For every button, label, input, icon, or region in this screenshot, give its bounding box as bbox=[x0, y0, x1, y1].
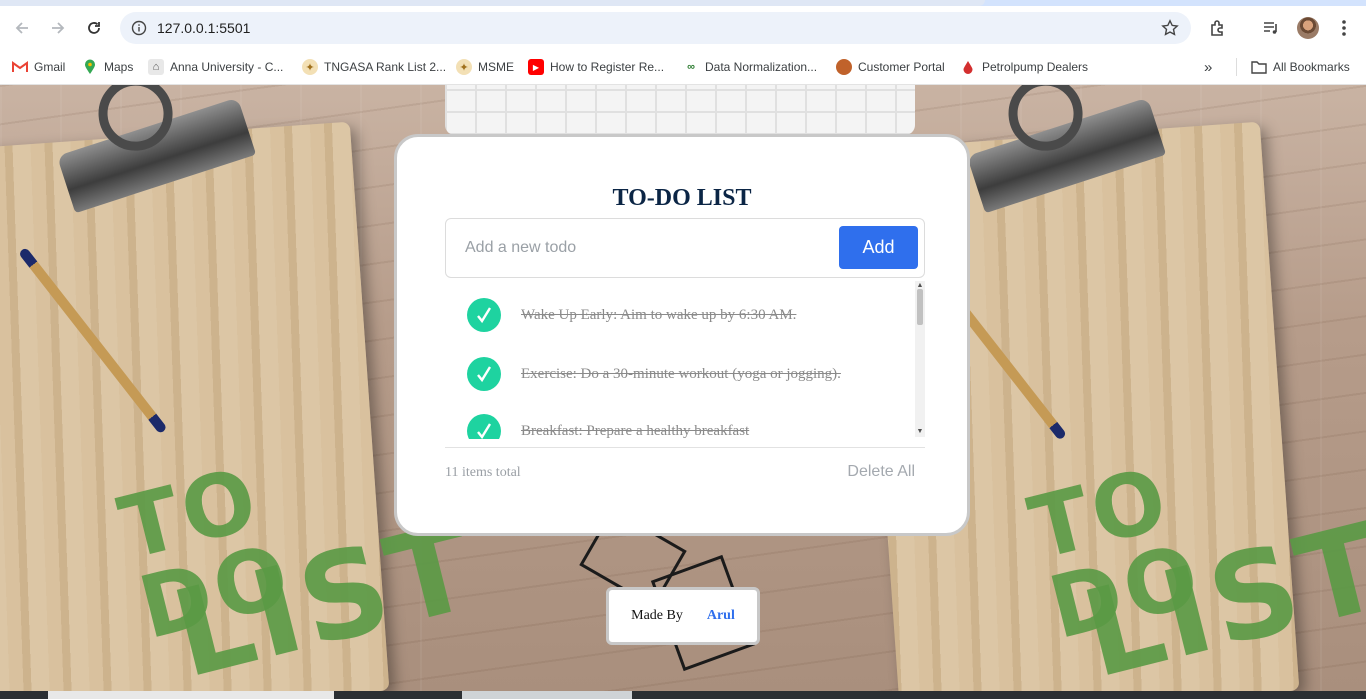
emblem-icon: ✦ bbox=[456, 59, 472, 75]
bookmark-star-icon[interactable] bbox=[1159, 17, 1181, 39]
checkmark-icon[interactable] bbox=[467, 414, 501, 439]
taskbar-edge bbox=[0, 691, 1366, 699]
todo-list[interactable]: Wake Up Early: Aim to wake up by 6:30 AM… bbox=[445, 281, 925, 439]
bookmark-anna-university[interactable]: ⌂ Anna University - C... bbox=[148, 58, 283, 76]
address-bar[interactable]: 127.0.0.1:5501 bbox=[120, 12, 1191, 44]
folder-icon bbox=[1251, 59, 1267, 75]
todo-text[interactable]: Wake Up Early: Aim to wake up by 6:30 AM… bbox=[521, 307, 796, 324]
bookmark-label: MSME bbox=[478, 60, 514, 74]
media-control-icon[interactable] bbox=[1259, 16, 1283, 40]
browser-menu-icon[interactable] bbox=[1332, 16, 1356, 40]
todo-item[interactable]: Wake Up Early: Aim to wake up by 6:30 AM… bbox=[445, 295, 905, 335]
bookmark-label: Maps bbox=[104, 60, 134, 74]
all-bookmarks-button[interactable]: All Bookmarks bbox=[1251, 58, 1350, 76]
profile-avatar[interactable] bbox=[1297, 17, 1319, 39]
items-total: 11 items total bbox=[445, 465, 521, 480]
todo-text[interactable]: Exercise: Do a 30-minute workout (yoga o… bbox=[521, 366, 841, 383]
made-by-badge: Made By Arul bbox=[606, 587, 760, 645]
bookmarks-bar: Gmail Maps ⌂ Anna University - C... ✦ TN… bbox=[0, 50, 1366, 85]
bookmark-label: Customer Portal bbox=[858, 60, 945, 74]
bookmark-tngasa[interactable]: ✦ TNGASA Rank List 2... bbox=[302, 58, 446, 76]
list-scrollbar[interactable]: ▲ ▼ bbox=[915, 281, 925, 437]
taskbar-segment bbox=[462, 691, 632, 699]
checkmark-icon[interactable] bbox=[467, 357, 501, 391]
taskbar-segment bbox=[48, 691, 334, 699]
bookmark-label: Petrolpump Dealers bbox=[982, 60, 1089, 74]
scroll-down-arrow-icon[interactable]: ▼ bbox=[915, 427, 925, 437]
university-icon: ⌂ bbox=[148, 59, 164, 75]
bookmark-gmail[interactable]: Gmail bbox=[12, 58, 65, 76]
bookmarks-divider bbox=[1236, 58, 1237, 76]
bookmark-label: All Bookmarks bbox=[1273, 60, 1350, 74]
bookmark-msme[interactable]: ✦ MSME bbox=[456, 58, 514, 76]
gmail-icon bbox=[12, 59, 28, 75]
app-title: TO-DO LIST bbox=[612, 185, 752, 211]
delete-all-button[interactable]: Delete All bbox=[847, 463, 915, 481]
bookmark-customer-portal[interactable]: Customer Portal bbox=[836, 58, 945, 76]
back-button[interactable] bbox=[8, 14, 36, 42]
forward-button[interactable] bbox=[44, 14, 72, 42]
arrow-left-icon bbox=[15, 22, 28, 34]
todo-text[interactable]: Breakfast: Prepare a healthy breakfast bbox=[521, 423, 749, 440]
bookmark-label: Anna University - C... bbox=[170, 60, 284, 74]
link-icon: ∞ bbox=[687, 61, 695, 73]
todo-input-group: Add bbox=[445, 218, 925, 278]
made-by-author[interactable]: Arul bbox=[707, 608, 735, 624]
drop-icon bbox=[960, 59, 976, 75]
bookmark-label: Data Normalization... bbox=[705, 60, 818, 74]
footer-divider bbox=[445, 447, 925, 448]
emblem-icon: ✦ bbox=[302, 59, 318, 75]
bookmark-maps[interactable]: Maps bbox=[82, 58, 133, 76]
todo-item[interactable]: Breakfast: Prepare a healthy breakfast bbox=[445, 411, 905, 439]
reload-button[interactable] bbox=[80, 14, 108, 42]
bookmark-data-normalization[interactable]: ∞ Data Normalization... bbox=[683, 58, 817, 76]
add-button[interactable]: Add bbox=[839, 226, 918, 269]
clipboard-image-left: TO DO LIST bbox=[0, 85, 491, 691]
bookmark-youtube[interactable]: ▶ How to Register Re... bbox=[528, 58, 664, 76]
arrow-right-icon bbox=[52, 22, 65, 34]
youtube-icon: ▶ bbox=[528, 59, 544, 75]
todo-item[interactable]: Exercise: Do a 30-minute workout (yoga o… bbox=[445, 354, 905, 394]
extensions-icon[interactable] bbox=[1206, 16, 1230, 40]
portal-icon bbox=[836, 59, 852, 75]
maps-pin-icon bbox=[82, 59, 98, 75]
scroll-thumb[interactable] bbox=[917, 289, 923, 325]
more-bookmarks-button[interactable]: » bbox=[1204, 58, 1212, 76]
todo-card: TO-DO LIST Add Wake Up Early: Aim to wak… bbox=[394, 134, 970, 536]
reload-icon bbox=[88, 22, 100, 34]
chevron-double-right-icon: » bbox=[1204, 58, 1213, 76]
url-text[interactable]: 127.0.0.1:5501 bbox=[157, 20, 250, 36]
page-background: TO DO LIST TO DO LIST TO-DO LIST Add Wak… bbox=[0, 85, 1366, 691]
bookmark-petrolpump[interactable]: Petrolpump Dealers bbox=[960, 58, 1088, 76]
todo-input[interactable] bbox=[447, 220, 847, 276]
bookmark-label: How to Register Re... bbox=[550, 60, 665, 74]
checkmark-icon[interactable] bbox=[467, 298, 501, 332]
made-by-label: Made By bbox=[631, 608, 683, 623]
browser-toolbar: 127.0.0.1:5501 bbox=[0, 6, 1366, 50]
keyboard-image bbox=[445, 85, 915, 135]
bookmark-label: Gmail bbox=[34, 60, 66, 74]
bookmark-label: TNGASA Rank List 2... bbox=[324, 60, 447, 74]
site-info-icon[interactable] bbox=[128, 17, 150, 39]
